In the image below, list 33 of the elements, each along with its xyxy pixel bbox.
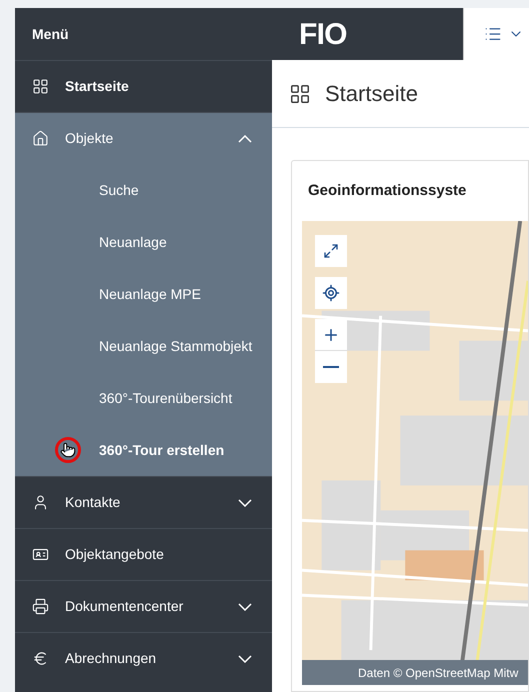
submenu-item[interactable]: Neuanlage MPE — [15, 268, 272, 320]
submenu-item[interactable]: Suche — [15, 164, 272, 216]
page-title: Startseite — [325, 80, 418, 108]
list-icon — [484, 25, 502, 43]
fullscreen-button[interactable] — [315, 235, 347, 267]
menu-title: Menü — [32, 24, 69, 44]
chevron-down-icon — [238, 498, 252, 506]
chevron-down-icon — [238, 602, 252, 610]
grid-icon — [32, 78, 49, 95]
id-card-icon — [32, 546, 49, 563]
map-attribution: Daten © OpenStreetMap Mitw — [358, 664, 518, 682]
submenu-item[interactable]: Neuanlage — [15, 216, 272, 268]
person-icon — [32, 494, 49, 511]
home-icon — [32, 130, 49, 147]
euro-icon — [32, 650, 49, 667]
submenu-item[interactable]: Neuanlage Stammobjekt — [15, 320, 272, 372]
map[interactable]: Daten © OpenStreetMap Mitw — [302, 221, 528, 685]
chevron-up-icon — [238, 134, 252, 142]
menu-item[interactable]: Objekte — [15, 112, 272, 164]
zoom-out-button[interactable] — [315, 351, 347, 383]
cursor-icon — [55, 437, 81, 463]
minus-icon — [323, 366, 339, 368]
chevron-down-icon — [238, 654, 252, 662]
expand-icon — [323, 243, 339, 259]
printer-icon — [32, 598, 49, 615]
locate-button[interactable] — [315, 277, 347, 309]
crosshair-icon — [322, 284, 340, 302]
zoom-in-button[interactable] — [315, 319, 347, 351]
logo: FIO — [299, 16, 347, 52]
card-title: Geoinformationssyste — [308, 180, 466, 201]
grid-icon — [289, 82, 311, 104]
submenu-item[interactable]: 360°-Tourenübersicht — [15, 372, 272, 424]
submenu-item[interactable]: 360°-Tour erstellen — [15, 424, 272, 476]
